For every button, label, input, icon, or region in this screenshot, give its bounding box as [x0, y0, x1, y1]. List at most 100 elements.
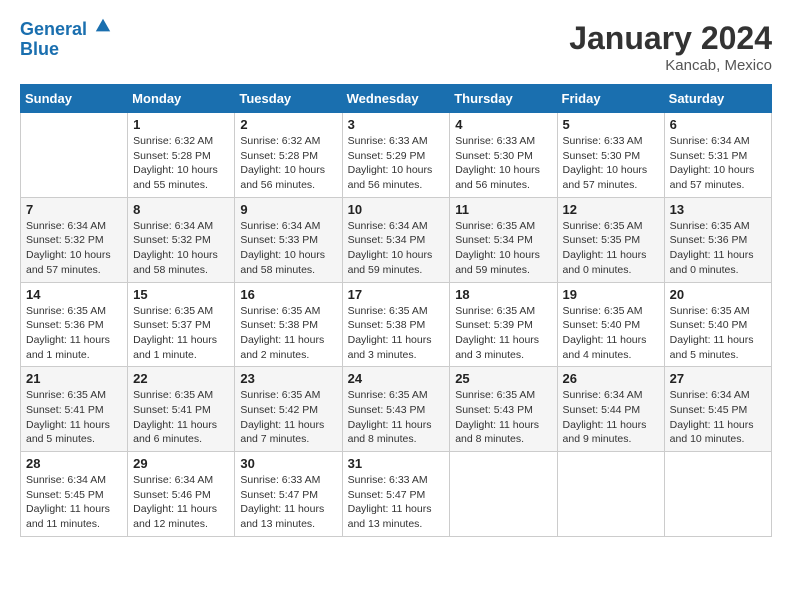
calendar-cell: 28 Sunrise: 6:34 AM Sunset: 5:45 PM Dayli… — [21, 452, 128, 537]
day-number: 11 — [455, 202, 551, 217]
day-info: Sunrise: 6:35 AM Sunset: 5:40 PM Dayligh… — [670, 304, 766, 363]
weekday-header-friday: Friday — [557, 85, 664, 113]
day-info: Sunrise: 6:35 AM Sunset: 5:40 PM Dayligh… — [563, 304, 659, 363]
day-number: 23 — [240, 371, 336, 386]
day-number: 28 — [26, 456, 122, 471]
calendar-week-row: 14Sunrise: 6:35 AM Sunset: 5:36 PM Dayli… — [21, 282, 772, 367]
weekday-header-row: SundayMondayTuesdayWednesdayThursdayFrid… — [21, 85, 772, 113]
day-info: Sunrise: 6:35 AM Sunset: 5:38 PM Dayligh… — [240, 304, 336, 363]
day-info: Sunrise: 6:32 AM Sunset: 5:28 PM Dayligh… — [240, 134, 336, 193]
day-info: Sunrise: 6:34 AM Sunset: 5:45 PM Dayligh… — [670, 388, 766, 447]
calendar-cell: 3 Sunrise: 6:33 AM Sunset: 5:29 PM Daylig… — [342, 113, 450, 198]
logo-icon — [94, 17, 112, 35]
day-info: Sunrise: 6:35 AM Sunset: 5:43 PM Dayligh… — [348, 388, 445, 447]
location: Kancab, Mexico — [569, 57, 772, 74]
calendar-cell: 20 Sunrise: 6:35 AM Sunset: 5:40 PM Dayli… — [664, 282, 771, 367]
calendar-cell: 29Sunrise: 6:34 AM Sunset: 5:46 PM Dayli… — [128, 452, 235, 537]
day-number: 22 — [133, 371, 229, 386]
calendar-cell — [21, 113, 128, 198]
logo: General Blue — [20, 20, 112, 60]
day-number: 6 — [670, 117, 766, 132]
day-number: 24 — [348, 371, 445, 386]
weekday-header-monday: Monday — [128, 85, 235, 113]
day-info: Sunrise: 6:33 AM Sunset: 5:47 PM Dayligh… — [348, 473, 445, 532]
calendar-cell: 27 Sunrise: 6:34 AM Sunset: 5:45 PM Dayli… — [664, 367, 771, 452]
day-info: Sunrise: 6:34 AM Sunset: 5:32 PM Dayligh… — [133, 219, 229, 278]
day-number: 7 — [26, 202, 122, 217]
title-block: January 2024 Kancab, Mexico — [569, 20, 772, 74]
calendar-cell: 10Sunrise: 6:34 AM Sunset: 5:34 PM Dayli… — [342, 197, 450, 282]
day-info: Sunrise: 6:33 AM Sunset: 5:30 PM Dayligh… — [563, 134, 659, 193]
day-number: 26 — [563, 371, 659, 386]
day-info: Sunrise: 6:33 AM Sunset: 5:29 PM Dayligh… — [348, 134, 445, 193]
calendar-cell — [557, 452, 664, 537]
day-number: 21 — [26, 371, 122, 386]
day-info: Sunrise: 6:35 AM Sunset: 5:36 PM Dayligh… — [26, 304, 122, 363]
day-number: 29 — [133, 456, 229, 471]
day-number: 12 — [563, 202, 659, 217]
calendar-cell: 23 Sunrise: 6:35 AM Sunset: 5:42 PM Dayli… — [235, 367, 342, 452]
day-info: Sunrise: 6:35 AM Sunset: 5:38 PM Dayligh… — [348, 304, 445, 363]
calendar-body: 1 Sunrise: 6:32 AM Sunset: 5:28 PM Daylig… — [21, 113, 772, 537]
calendar-cell: 6 Sunrise: 6:34 AM Sunset: 5:31 PM Daylig… — [664, 113, 771, 198]
calendar-cell: 19 Sunrise: 6:35 AM Sunset: 5:40 PM Dayli… — [557, 282, 664, 367]
day-info: Sunrise: 6:35 AM Sunset: 5:34 PM Dayligh… — [455, 219, 551, 278]
day-info: Sunrise: 6:35 AM Sunset: 5:36 PM Dayligh… — [670, 219, 766, 278]
day-info: Sunrise: 6:33 AM Sunset: 5:30 PM Dayligh… — [455, 134, 551, 193]
day-info: Sunrise: 6:34 AM Sunset: 5:44 PM Dayligh… — [563, 388, 659, 447]
day-number: 3 — [348, 117, 445, 132]
calendar-header: SundayMondayTuesdayWednesdayThursdayFrid… — [21, 85, 772, 113]
calendar-cell: 4 Sunrise: 6:33 AM Sunset: 5:30 PM Daylig… — [450, 113, 557, 198]
calendar-cell: 12 Sunrise: 6:35 AM Sunset: 5:35 PM Dayli… — [557, 197, 664, 282]
calendar-cell: 18 Sunrise: 6:35 AM Sunset: 5:39 PM Dayli… — [450, 282, 557, 367]
logo-blue: Blue — [20, 39, 59, 59]
day-info: Sunrise: 6:33 AM Sunset: 5:47 PM Dayligh… — [240, 473, 336, 532]
day-info: Sunrise: 6:35 AM Sunset: 5:42 PM Dayligh… — [240, 388, 336, 447]
calendar-cell: 31 Sunrise: 6:33 AM Sunset: 5:47 PM Dayli… — [342, 452, 450, 537]
calendar-cell: 22Sunrise: 6:35 AM Sunset: 5:41 PM Dayli… — [128, 367, 235, 452]
calendar-week-row: 28 Sunrise: 6:34 AM Sunset: 5:45 PM Dayli… — [21, 452, 772, 537]
day-info: Sunrise: 6:35 AM Sunset: 5:41 PM Dayligh… — [26, 388, 122, 447]
weekday-header-thursday: Thursday — [450, 85, 557, 113]
day-number: 20 — [670, 287, 766, 302]
calendar-cell: 7Sunrise: 6:34 AM Sunset: 5:32 PM Daylig… — [21, 197, 128, 282]
day-number: 8 — [133, 202, 229, 217]
day-number: 16 — [240, 287, 336, 302]
calendar-cell: 15Sunrise: 6:35 AM Sunset: 5:37 PM Dayli… — [128, 282, 235, 367]
day-info: Sunrise: 6:35 AM Sunset: 5:39 PM Dayligh… — [455, 304, 551, 363]
day-number: 30 — [240, 456, 336, 471]
day-info: Sunrise: 6:35 AM Sunset: 5:43 PM Dayligh… — [455, 388, 551, 447]
day-number: 13 — [670, 202, 766, 217]
day-number: 17 — [348, 287, 445, 302]
calendar-cell: 9 Sunrise: 6:34 AM Sunset: 5:33 PM Daylig… — [235, 197, 342, 282]
day-number: 25 — [455, 371, 551, 386]
day-number: 27 — [670, 371, 766, 386]
day-number: 19 — [563, 287, 659, 302]
calendar-cell: 13 Sunrise: 6:35 AM Sunset: 5:36 PM Dayli… — [664, 197, 771, 282]
day-info: Sunrise: 6:34 AM Sunset: 5:33 PM Dayligh… — [240, 219, 336, 278]
day-number: 9 — [240, 202, 336, 217]
calendar-cell: 24 Sunrise: 6:35 AM Sunset: 5:43 PM Dayli… — [342, 367, 450, 452]
calendar-cell: 21 Sunrise: 6:35 AM Sunset: 5:41 PM Dayli… — [21, 367, 128, 452]
calendar-cell: 1Sunrise: 6:32 AM Sunset: 5:28 PM Daylig… — [128, 113, 235, 198]
weekday-header-sunday: Sunday — [21, 85, 128, 113]
day-number: 10 — [348, 202, 445, 217]
calendar-cell: 17 Sunrise: 6:35 AM Sunset: 5:38 PM Dayli… — [342, 282, 450, 367]
day-number: 2 — [240, 117, 336, 132]
calendar-cell: 30 Sunrise: 6:33 AM Sunset: 5:47 PM Dayli… — [235, 452, 342, 537]
weekday-header-wednesday: Wednesday — [342, 85, 450, 113]
calendar-week-row: 7 Sunrise: 6:34 AM Sunset: 5:32 PM Daylig… — [21, 197, 772, 282]
weekday-header-tuesday: Tuesday — [235, 85, 342, 113]
day-number: 4 — [455, 117, 551, 132]
day-number: 18 — [455, 287, 551, 302]
calendar-cell: 26 Sunrise: 6:34 AM Sunset: 5:44 PM Dayli… — [557, 367, 664, 452]
month-title: January 2024 — [569, 20, 772, 57]
calendar-cell — [664, 452, 771, 537]
calendar-cell — [450, 452, 557, 537]
day-info: Sunrise: 6:35 AM Sunset: 5:35 PM Dayligh… — [563, 219, 659, 278]
day-info: Sunrise: 6:34 AM Sunset: 5:45 PM Dayligh… — [26, 473, 122, 532]
day-number: 1 — [133, 117, 229, 132]
day-info: Sunrise: 6:34 AM Sunset: 5:31 PM Dayligh… — [670, 134, 766, 193]
day-number: 31 — [348, 456, 445, 471]
calendar-cell: 8 Sunrise: 6:34 AM Sunset: 5:32 PM Daylig… — [128, 197, 235, 282]
